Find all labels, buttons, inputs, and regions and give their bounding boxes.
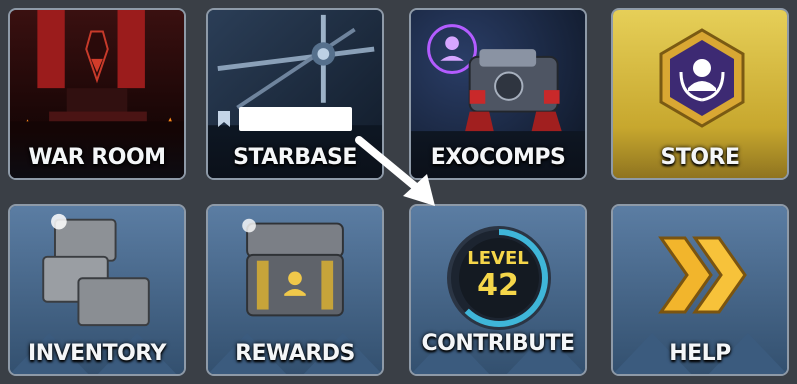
war-room-tile[interactable]: WAR ROOM (8, 8, 186, 180)
store-tile[interactable]: STORE (611, 8, 789, 180)
main-menu-grid: WAR ROOM STARBASE EXOCOMPS STORE INVENTO… (0, 0, 797, 384)
redacted-box (239, 107, 352, 131)
rewards-label: REWARDS (235, 341, 355, 366)
inventory-tile[interactable]: INVENTORY (8, 204, 186, 376)
help-tile[interactable]: HELP (611, 204, 789, 376)
store-label: STORE (660, 145, 740, 170)
bookmark-icon (218, 111, 230, 127)
help-label: HELP (669, 341, 731, 366)
contribute-label: CONTRIBUTE (421, 331, 575, 356)
rewards-tile[interactable]: REWARDS (206, 204, 384, 376)
contribute-tile[interactable]: LEVEL 42 CONTRIBUTE (409, 204, 587, 376)
crew-laurel-badge-icon (659, 28, 745, 128)
level-label: LEVEL (467, 248, 529, 269)
inventory-label: INVENTORY (28, 341, 166, 366)
level-value: 42 (477, 268, 519, 303)
double-chevron-right-icon (658, 236, 747, 314)
war-room-label: WAR ROOM (28, 145, 166, 170)
arrow-pointer-icon (355, 136, 435, 206)
